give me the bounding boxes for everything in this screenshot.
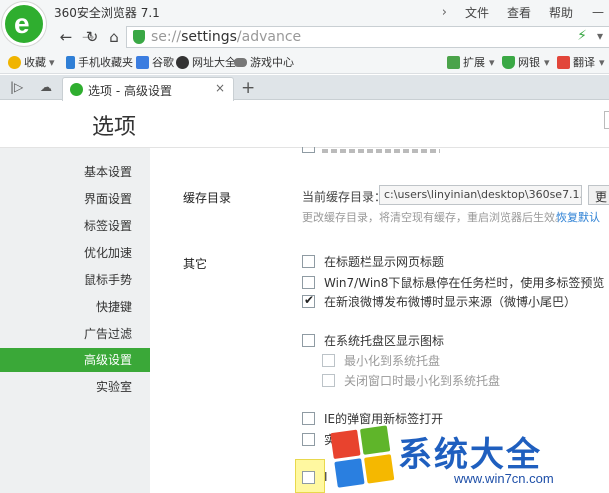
checkbox[interactable] xyxy=(302,412,315,425)
watermark-text: 系统大全 xyxy=(398,436,542,474)
cache-note: 更改缓存目录，将清空现有缓存，重启浏览器后生效。 xyxy=(302,211,566,224)
cache-section-label: 缓存目录 xyxy=(183,191,232,205)
tab-label: 选项 - 高级设置 xyxy=(88,84,172,98)
checkbox[interactable] xyxy=(302,255,315,268)
window-menu: › 文件 查看 帮助 — xyxy=(442,0,609,24)
menu-file[interactable]: 文件 xyxy=(465,4,489,21)
extensions-button[interactable]: 扩展 ▾ xyxy=(447,54,495,70)
option-tray-icon[interactable]: 在系统托盘区显示图标 xyxy=(302,332,444,349)
clipped-option-text xyxy=(322,149,440,153)
puzzle-icon xyxy=(447,55,460,69)
checkbox[interactable] xyxy=(302,276,315,289)
tab-settings-advanced[interactable]: 选项 - 高级设置 × xyxy=(62,77,234,101)
browser-window: 360安全浏览器 7.1 › 文件 查看 帮助 — e ← → ↻ ⌂ se:/… xyxy=(0,0,609,493)
option-show-page-title[interactable]: 在标题栏显示网页标题 xyxy=(302,253,444,270)
sidebar-item-optimize[interactable]: 优化加速 xyxy=(0,241,150,265)
bolt-icon[interactable]: ⚡ xyxy=(577,28,587,44)
sidebar-item-basic[interactable]: 基本设置 xyxy=(0,160,150,184)
sidebar-item-shortcuts[interactable]: 快捷键 xyxy=(0,295,150,319)
other-section-label: 其它 xyxy=(183,257,208,271)
sidebar-item-mouse-gestures[interactable]: 鼠标手势 xyxy=(0,268,150,292)
bookmark-game-center[interactable]: 游戏中心 xyxy=(234,54,294,70)
url-dropdown-icon[interactable]: ▾ xyxy=(597,29,603,43)
restore-default-link[interactable]: 恢复默认 xyxy=(556,209,600,225)
translate-button[interactable]: 翻译 ▾ xyxy=(557,54,605,70)
bookmarks-bar: 收藏 ▾ 手机收藏夹 谷歌 网址大全 游戏中心 扩展 ▾ 网银 ▾ 翻译 ▾ xyxy=(0,50,609,74)
bookmark-favorites[interactable]: 收藏 ▾ xyxy=(8,54,55,70)
watermark-url: www.win7cn.com xyxy=(454,471,554,486)
title-bar: 360安全浏览器 7.1 › 文件 查看 帮助 — xyxy=(0,0,609,24)
reload-button[interactable]: ↻ xyxy=(82,27,102,47)
cache-path-field[interactable]: c:\users\linyinian\desktop\360se7.1.1.80… xyxy=(379,185,582,205)
menu-arrow-icon[interactable]: › xyxy=(442,5,447,20)
home-button[interactable]: ⌂ xyxy=(104,27,124,47)
phone-icon xyxy=(66,55,75,69)
option-taskbar-preview[interactable]: Win7/Win8下鼠标悬停在任务栏时，使用多标签预览 xyxy=(302,274,604,291)
url-input[interactable]: se://settings/advance ⚡ ▾ xyxy=(126,26,609,48)
bookmark-web-directory[interactable]: 网址大全 xyxy=(176,54,236,70)
app-title: 360安全浏览器 7.1 xyxy=(54,6,160,20)
change-cache-button[interactable]: 更 xyxy=(588,185,609,205)
bookmark-mobile[interactable]: 手机收藏夹 xyxy=(66,54,133,70)
checkbox[interactable] xyxy=(302,470,315,484)
checkbox[interactable] xyxy=(302,433,315,446)
sidebar-item-tabs[interactable]: 标签设置 xyxy=(0,214,150,238)
address-bar: ← → ↻ ⌂ se://settings/advance ⚡ ▾ xyxy=(0,24,609,50)
tab-bar: |▷ ☁ 选项 - 高级设置 × + xyxy=(0,75,609,101)
sidebar-item-interface[interactable]: 界面设置 xyxy=(0,187,150,211)
menu-help[interactable]: 帮助 xyxy=(549,4,573,21)
page-title: 选项 xyxy=(92,115,137,140)
translate-icon xyxy=(557,55,570,69)
star-icon xyxy=(8,55,21,69)
page-edge-button[interactable] xyxy=(604,111,609,129)
checkbox[interactable] xyxy=(302,334,315,347)
sidebar-item-lab[interactable]: 实验室 xyxy=(0,375,150,399)
settings-sidebar: 基本设置 界面设置 标签设置 优化加速 鼠标手势 快捷键 广告过滤 高级设置 实… xyxy=(0,148,150,493)
new-tab-button[interactable]: + xyxy=(241,78,255,98)
option-clipped-2[interactable]: I xyxy=(302,470,328,484)
bookmark-google[interactable]: 谷歌 xyxy=(136,54,174,70)
option-minimize-to-tray: 最小化到系统托盘 xyxy=(322,352,440,369)
minimize-button[interactable]: — xyxy=(587,5,609,19)
cloud-icon[interactable]: ☁ xyxy=(40,80,52,94)
back-button[interactable]: ← xyxy=(56,27,76,47)
gamepad-icon xyxy=(234,57,247,67)
option-weibo-source[interactable]: 在新浪微博发布微博时显示来源（微博小尾巴） xyxy=(302,293,576,310)
sidebar-item-advanced[interactable]: 高级设置 xyxy=(0,348,150,372)
close-tab-icon[interactable]: × xyxy=(215,81,225,95)
url-text: se://settings/advance xyxy=(151,29,302,45)
web-icon xyxy=(176,55,189,69)
browser-logo-icon[interactable]: e xyxy=(2,2,46,46)
watermark-logo: 系统大全 www.win7cn.com xyxy=(330,423,609,493)
tab-favicon-icon xyxy=(70,83,83,96)
online-banking-button[interactable]: 网银 ▾ xyxy=(502,54,550,70)
checkbox-disabled xyxy=(322,374,335,387)
checkbox-checked[interactable] xyxy=(302,293,315,308)
current-cache-label: 当前缓存目录： xyxy=(302,190,387,204)
sidebar-toggle-icon[interactable]: |▷ xyxy=(10,80,23,94)
sidebar-item-ad-filter[interactable]: 广告过滤 xyxy=(0,322,150,346)
option-close-to-tray: 关闭窗口时最小化到系统托盘 xyxy=(322,372,500,389)
secure-shield-icon xyxy=(133,30,145,44)
windows-flag-icon xyxy=(330,425,396,491)
menu-view[interactable]: 查看 xyxy=(507,4,531,21)
shield-icon xyxy=(502,55,515,69)
google-icon xyxy=(136,55,149,69)
clipped-checkbox[interactable] xyxy=(302,147,315,153)
checkbox-disabled xyxy=(322,354,335,367)
